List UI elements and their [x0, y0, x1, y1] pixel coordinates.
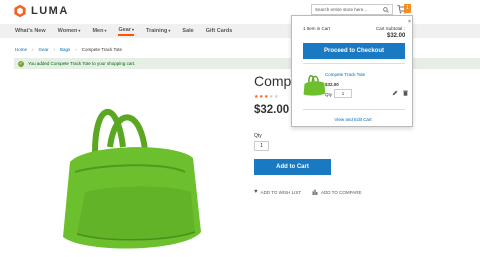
chevron-down-icon: ▾ [132, 26, 135, 32]
breadcrumb-gear[interactable]: Gear [39, 47, 49, 52]
nav-label: Training [146, 28, 168, 34]
add-to-cart-button[interactable]: Add to Cart [254, 159, 331, 175]
add-to-wishlist-link[interactable]: ♥ ADD TO WISH LIST [254, 189, 301, 195]
breadcrumb: Home › Gear › Bags › Compete Track Tote [15, 47, 122, 52]
nav-label: What's New [15, 28, 46, 34]
breadcrumb-separator-icon: › [32, 47, 34, 52]
add-to-compare-link[interactable]: ADD TO COMPARE [312, 189, 362, 195]
logo-text: LUMA [31, 5, 69, 17]
heart-icon: ♥ [254, 189, 258, 195]
star-empty-icon: ★ [273, 94, 279, 100]
minicart-subtotal: $32.00 [387, 33, 406, 39]
wishlist-label: ADD TO WISH LIST [260, 189, 302, 195]
checkmark-icon: ✓ [18, 60, 24, 67]
minicart-dropdown: × 1 Item in Cart Cart Subtotal : $32.00 … [291, 15, 413, 127]
minicart-qty-input[interactable]: 1 [334, 89, 352, 98]
nav-item-men[interactable]: Men▾ [92, 28, 106, 34]
nav-item-sale[interactable]: Sale [182, 28, 193, 34]
success-message-text: You added Compete Track Tote to your sho… [28, 61, 136, 66]
chevron-down-icon: ▾ [168, 28, 171, 33]
minicart-subtotal-label: Cart Subtotal : [376, 26, 405, 31]
search-input[interactable]: Search entire store here... [311, 4, 393, 15]
search-placeholder: Search entire store here... [315, 7, 368, 12]
divider [303, 63, 405, 64]
luma-logo[interactable]: LUMA [13, 4, 69, 18]
search-icon[interactable] [383, 6, 389, 13]
breadcrumb-current: Compete Track Tote [81, 47, 122, 52]
rating-stars[interactable]: ★★★★★ [254, 94, 279, 100]
divider [303, 109, 405, 110]
breadcrumb-home[interactable]: Home [15, 47, 27, 52]
nav-label: Women [57, 28, 78, 34]
trash-icon[interactable] [403, 90, 408, 96]
breadcrumb-separator-icon: › [75, 47, 77, 52]
nav-item-gift-cards[interactable]: Gift Cards [206, 28, 233, 34]
qty-label: Qty [254, 133, 262, 139]
minicart-item-count: 1 Item in Cart [303, 26, 331, 31]
product-price: $32.00 [254, 104, 290, 116]
minicart-qty-label: Qty [325, 92, 333, 97]
nav-label: Men [92, 28, 104, 34]
nav-label: Gear [118, 26, 131, 33]
minicart-product-price: $32.00 [325, 82, 339, 87]
chevron-down-icon: ▾ [104, 28, 107, 33]
nav-label: Sale [182, 28, 194, 34]
nav-item-women[interactable]: Women▾ [58, 28, 81, 34]
proceed-to-checkout-button[interactable]: Proceed to Checkout [303, 43, 405, 59]
nav-label: Gift Cards [205, 28, 233, 34]
chevron-down-icon: ▾ [78, 28, 81, 33]
close-icon[interactable]: × [408, 19, 411, 25]
edit-pencil-icon[interactable] [392, 90, 398, 96]
view-and-edit-cart-link[interactable]: View and Edit Cart [292, 117, 414, 122]
nav-item-gear[interactable]: Gear▾ [118, 26, 135, 36]
compare-icon [312, 189, 318, 195]
compare-label: ADD TO COMPARE [321, 189, 362, 195]
qty-input[interactable]: 1 [254, 141, 269, 151]
cart-count-badge[interactable]: 1 [404, 4, 411, 13]
product-image[interactable] [55, 92, 205, 252]
nav-item-training[interactable]: Training▾ [146, 28, 170, 34]
breadcrumb-separator-icon: › [53, 47, 56, 52]
nav-item-whats-new[interactable]: What's New [15, 28, 46, 34]
luma-logo-icon [14, 4, 26, 18]
minicart-product-name[interactable]: Compete Track Tote [325, 72, 365, 77]
breadcrumb-bags[interactable]: Bags [60, 47, 70, 52]
minicart-product-thumbnail[interactable] [301, 70, 327, 98]
